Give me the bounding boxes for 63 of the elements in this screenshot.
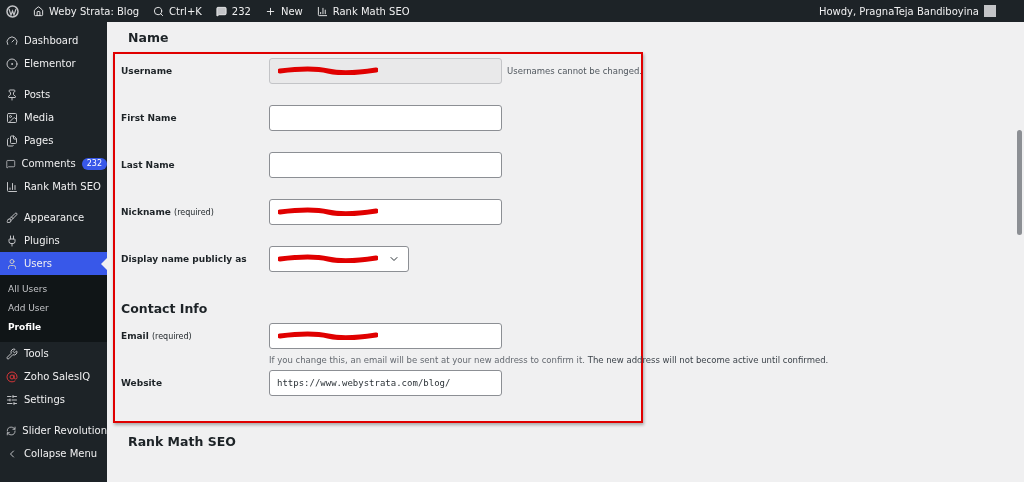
input-field[interactable] — [269, 105, 502, 131]
field-note: Usernames cannot be changed. — [507, 66, 643, 76]
site-link[interactable]: Weby Strata: Blog — [33, 5, 140, 17]
seo-link[interactable]: Rank Math SEO — [316, 5, 410, 17]
bar-chart-icon — [6, 180, 18, 193]
section-heading: Rank Math SEO — [127, 432, 237, 451]
select-field[interactable] — [269, 246, 409, 272]
count-badge: 232 — [81, 157, 107, 170]
menu-item[interactable]: Zoho SalesIQ — [0, 365, 107, 388]
field-label: Email (required) — [121, 330, 193, 341]
menu-item[interactable]: Elementor — [0, 52, 107, 75]
menu-item[interactable]: Comments 232 — [0, 152, 107, 175]
menu-item[interactable]: Slider Revolution — [0, 419, 107, 442]
menu-item[interactable]: Posts — [0, 83, 107, 106]
menu-item[interactable]: Settings — [0, 388, 107, 411]
wrench-icon — [6, 347, 18, 360]
menu-item[interactable]: Media — [0, 106, 107, 129]
plug-icon — [6, 234, 18, 247]
user-icon — [6, 257, 18, 270]
at-sign-icon — [6, 370, 18, 383]
pin-icon — [6, 88, 18, 101]
submenu-item[interactable]: Profile — [0, 317, 107, 336]
menu-item[interactable]: Users — [0, 252, 107, 275]
section-heading: Contact Info — [120, 299, 209, 318]
search-link[interactable]: Ctrl+K — [153, 5, 202, 17]
menu-item[interactable]: Tools — [0, 342, 107, 365]
refresh-icon — [6, 424, 17, 437]
submenu-item[interactable]: All Users — [0, 279, 107, 298]
field-label: First Name — [121, 112, 178, 123]
speech-bubble-icon — [215, 5, 227, 17]
sliders-icon — [6, 393, 18, 406]
plus-icon — [264, 5, 276, 17]
menu-item[interactable]: Appearance — [0, 206, 107, 229]
input-field[interactable] — [269, 152, 502, 178]
account-link[interactable]: Howdy, PragnaTeja Bandiboyina — [818, 5, 996, 17]
gauge-icon — [6, 34, 18, 47]
field-label: Display name publicly as — [121, 253, 248, 264]
brush-icon — [6, 211, 18, 224]
field-label: Website — [121, 377, 163, 388]
section-heading: Name — [127, 28, 170, 47]
menu-item[interactable]: Pages — [0, 129, 107, 152]
bar-chart-icon — [316, 5, 328, 17]
input-field[interactable] — [269, 323, 502, 349]
comments-link[interactable]: 232 — [215, 5, 251, 17]
input-field[interactable] — [269, 199, 502, 225]
pages-icon — [6, 134, 18, 147]
menu-item[interactable]: Rank Math SEO — [0, 175, 107, 198]
new-link[interactable]: New — [264, 5, 303, 17]
submenu-item[interactable]: Add User — [0, 298, 107, 317]
menu-item[interactable]: Dashboard — [0, 29, 107, 52]
search-icon — [153, 5, 165, 17]
speech-bubble-icon — [6, 157, 16, 170]
image-icon — [6, 111, 18, 124]
menu-item[interactable]: Plugins — [0, 229, 107, 252]
avatar-icon — [984, 5, 996, 17]
wordpress-logo-icon[interactable] — [6, 4, 19, 18]
input-field[interactable]: https://www.webystrata.com/blog/ — [269, 370, 502, 396]
field-label: Nickname (required) — [121, 206, 215, 217]
field-label: Last Name — [121, 159, 176, 170]
menu-item[interactable]: Collapse Menu — [0, 442, 107, 465]
circle-icon — [6, 57, 18, 70]
field-label: Username — [121, 65, 174, 76]
home-icon — [33, 5, 44, 17]
